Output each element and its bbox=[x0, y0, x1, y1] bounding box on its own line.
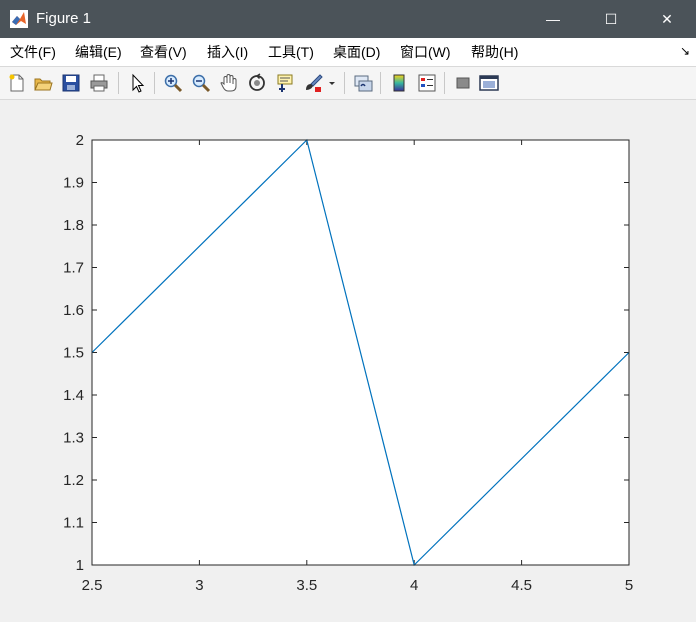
brush-icon[interactable] bbox=[302, 72, 324, 94]
zoom-out-icon[interactable] bbox=[190, 72, 212, 94]
hide-plot-tools-icon[interactable] bbox=[452, 72, 474, 94]
y-tick-label: 1.9 bbox=[63, 175, 84, 192]
dock-arrow-icon[interactable]: ↘ bbox=[680, 44, 690, 58]
minimize-button[interactable]: — bbox=[524, 0, 582, 38]
zoom-in-icon[interactable] bbox=[162, 72, 184, 94]
matlab-logo-icon bbox=[10, 10, 28, 28]
x-tick-label: 3.5 bbox=[296, 577, 317, 594]
y-tick-label: 1.1 bbox=[63, 515, 84, 532]
x-tick-label: 5 bbox=[625, 577, 633, 594]
legend-icon[interactable] bbox=[416, 72, 438, 94]
y-tick-label: 1.2 bbox=[63, 472, 84, 489]
y-tick-label: 1.3 bbox=[63, 430, 84, 447]
colorbar-icon[interactable] bbox=[388, 72, 410, 94]
print-icon[interactable] bbox=[88, 72, 110, 94]
select-pointer-icon[interactable] bbox=[126, 72, 148, 94]
open-file-icon[interactable] bbox=[32, 72, 54, 94]
toolbar-separator bbox=[344, 72, 345, 94]
show-plot-tools-icon[interactable] bbox=[478, 72, 500, 94]
menu-insert[interactable]: 插入(I) bbox=[207, 44, 248, 60]
y-tick-label: 1.7 bbox=[63, 260, 84, 277]
title-bar[interactable]: Figure 1 — ☐ ✕ bbox=[0, 0, 696, 38]
window-title: Figure 1 bbox=[36, 10, 92, 27]
y-tick-label: 1.6 bbox=[63, 302, 84, 319]
maximize-button[interactable]: ☐ bbox=[582, 0, 640, 38]
line-plot[interactable]: 2.5 3 3.5 4 4.5 5 1 1.1 1.2 1.3 1.4 1.5 1.6 1.7 1.8 1.9… bbox=[0, 100, 696, 622]
pan-hand-icon[interactable] bbox=[218, 72, 240, 94]
menu-tools[interactable]: 工具(T) bbox=[268, 44, 314, 60]
toolbar-separator bbox=[118, 72, 119, 94]
menu-bar: 文件(F) 编辑(E) 查看(V) 插入(I) 工具(T) 桌面(D) 窗口(W… bbox=[0, 38, 696, 67]
figure-window: Figure 1 — ☐ ✕ 文件(F) 编辑(E) 查看(V) 插入(I) 工… bbox=[0, 0, 696, 622]
x-tick-label: 4 bbox=[410, 577, 418, 594]
data-cursor-icon[interactable] bbox=[274, 72, 296, 94]
menu-view[interactable]: 查看(V) bbox=[140, 44, 187, 60]
y-tick-label: 1.5 bbox=[63, 345, 84, 362]
figure-canvas: 2.5 3 3.5 4 4.5 5 1 1.1 1.2 1.3 1.4 1.5 1.6 1.7 1.8 1.9… bbox=[0, 100, 696, 622]
menu-edit[interactable]: 编辑(E) bbox=[75, 44, 122, 60]
toolbar-separator bbox=[154, 72, 155, 94]
toolbar-separator bbox=[380, 72, 381, 94]
x-tick-label: 3 bbox=[195, 577, 203, 594]
y-tick-label: 1 bbox=[76, 557, 84, 574]
figure-toolbar bbox=[0, 67, 696, 100]
y-tick-label: 1.4 bbox=[63, 387, 84, 404]
x-tick-label: 4.5 bbox=[511, 577, 532, 594]
menu-window[interactable]: 窗口(W) bbox=[400, 44, 451, 60]
close-button[interactable]: ✕ bbox=[638, 0, 696, 38]
save-icon[interactable] bbox=[60, 72, 82, 94]
menu-desktop[interactable]: 桌面(D) bbox=[333, 44, 380, 60]
x-tick-label: 2.5 bbox=[82, 577, 103, 594]
y-tick-label: 2 bbox=[76, 132, 84, 149]
brush-dropdown-icon[interactable] bbox=[326, 72, 338, 94]
y-tick-label: 1.8 bbox=[63, 217, 84, 234]
link-plot-icon[interactable] bbox=[352, 72, 374, 94]
new-figure-icon[interactable] bbox=[6, 72, 28, 94]
menu-file[interactable]: 文件(F) bbox=[10, 44, 56, 60]
menu-help[interactable]: 帮助(H) bbox=[471, 44, 518, 60]
toolbar-separator bbox=[444, 72, 445, 94]
rotate-3d-icon[interactable] bbox=[246, 72, 268, 94]
